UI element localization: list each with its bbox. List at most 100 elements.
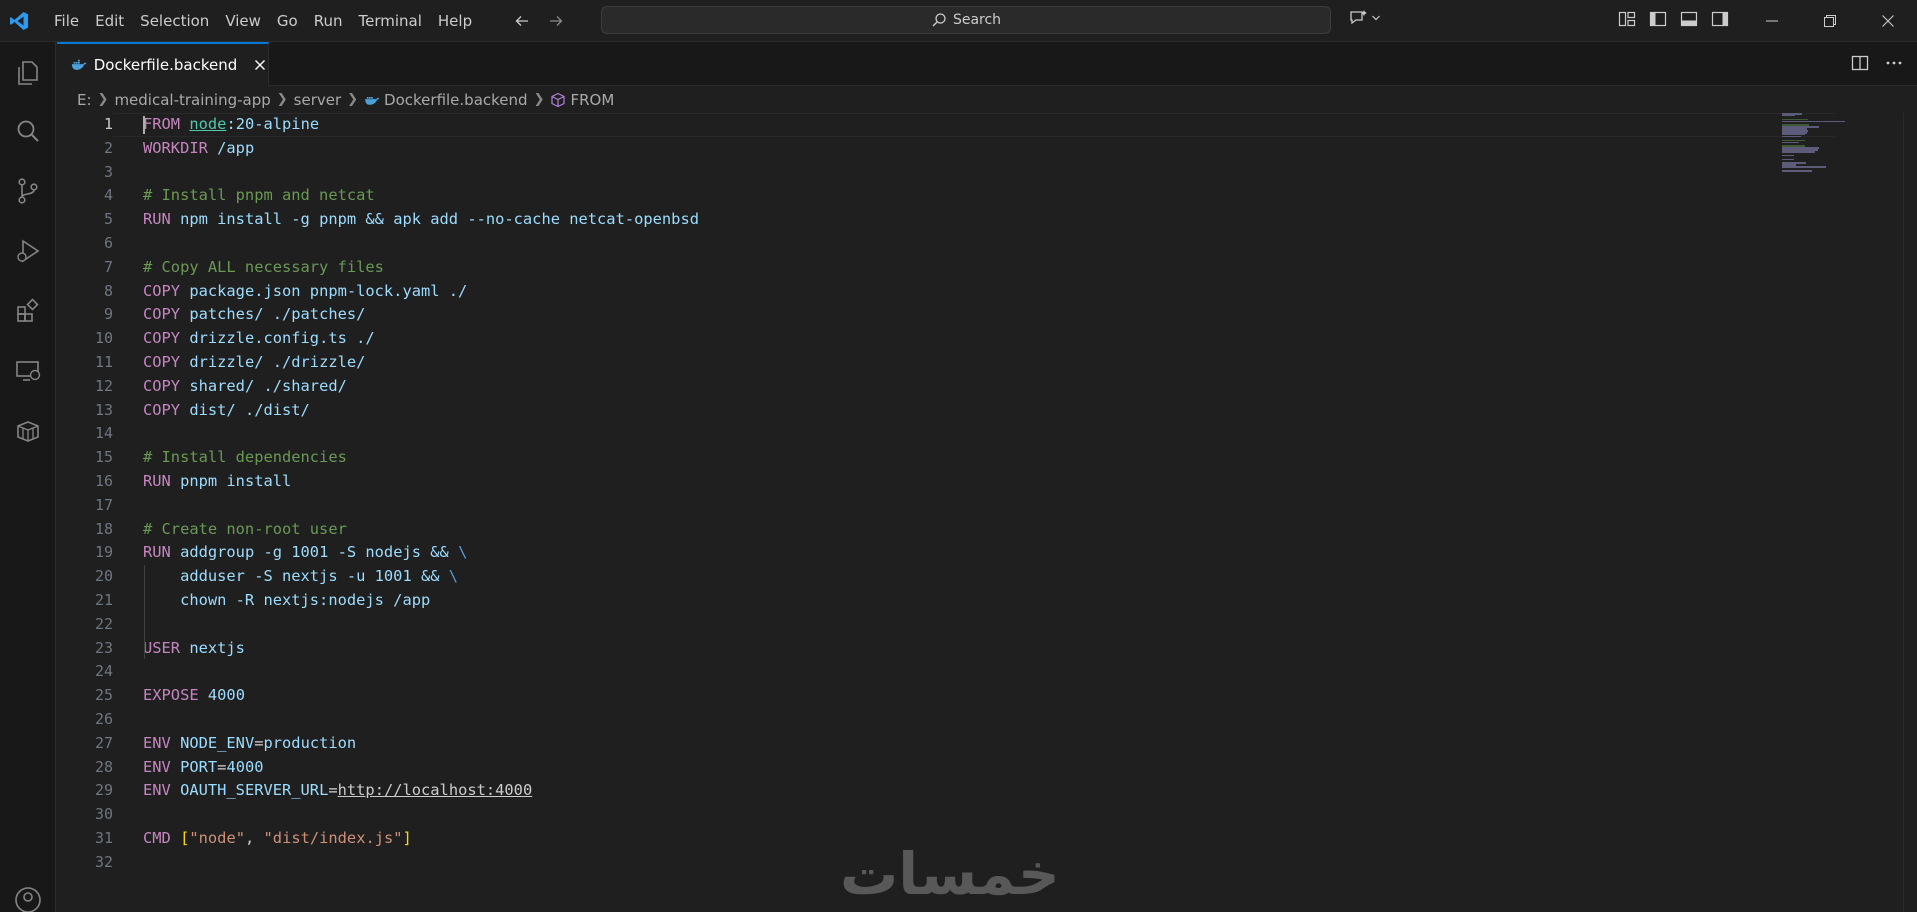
code-line[interactable]: COPY package.json pnpm-lock.yaml ./: [143, 280, 699, 304]
run-debug-icon[interactable]: [0, 223, 56, 279]
code-line[interactable]: [143, 851, 699, 875]
breadcrumb-symbol[interactable]: FROM: [570, 91, 614, 109]
code-token: # Create non-root user: [143, 519, 347, 538]
breadcrumb-drive[interactable]: E:: [77, 91, 92, 109]
restore-button[interactable]: [1801, 0, 1859, 42]
toggle-secondary-sidebar-icon[interactable]: [1711, 10, 1729, 28]
menu-go[interactable]: Go: [269, 7, 306, 35]
code-line[interactable]: EXPOSE 4000: [143, 684, 699, 708]
code-line[interactable]: ENV OAUTH_SERVER_URL=http://localhost:40…: [143, 779, 699, 803]
code-line[interactable]: [143, 613, 699, 637]
vertical-scrollbar[interactable]: [1903, 113, 1917, 912]
code-token: drizzle/ ./drizzle/: [180, 352, 366, 371]
forward-arrow-icon[interactable]: [546, 11, 566, 31]
menu-file[interactable]: File: [46, 7, 87, 35]
code-line[interactable]: # Install dependencies: [143, 446, 699, 470]
breadcrumb-file[interactable]: Dockerfile.backend: [384, 91, 528, 109]
more-actions-icon[interactable]: [1885, 54, 1903, 72]
remote-explorer-icon[interactable]: [0, 343, 56, 399]
line-number: 25: [94, 686, 113, 705]
customize-layout-icon[interactable]: [1618, 10, 1636, 28]
split-editor-icon[interactable]: [1851, 54, 1869, 72]
search-view-icon[interactable]: [0, 103, 56, 159]
docker-containers-icon[interactable]: [0, 403, 56, 459]
code-line[interactable]: CMD ["node", "dist/index.js"]: [143, 827, 699, 851]
code-line[interactable]: RUN npm install -g pnpm && apk add --no-…: [143, 208, 699, 232]
code-line[interactable]: COPY dist/ ./dist/: [143, 399, 699, 423]
code-line[interactable]: [143, 803, 699, 827]
tab-label: Dockerfile.backend: [93, 56, 238, 74]
code-token: EXPOSE: [143, 686, 199, 705]
toggle-panel-icon[interactable]: [1680, 10, 1698, 28]
code-line[interactable]: [143, 708, 699, 732]
code-line[interactable]: COPY drizzle/ ./drizzle/: [143, 351, 699, 375]
code-token: PORT: [170, 757, 218, 776]
menu-run[interactable]: Run: [306, 7, 351, 35]
code-line[interactable]: [143, 660, 699, 684]
code-content[interactable]: FROM node:20-alpine WORKDIR /app # Install…: [143, 113, 699, 875]
line-number: 11: [94, 352, 113, 371]
minimap[interactable]: [1782, 113, 1902, 173]
extensions-icon[interactable]: [0, 283, 56, 339]
chevron-right-icon: ❯: [347, 92, 359, 107]
code-line[interactable]: WORKDIR /app: [143, 137, 699, 161]
code-line[interactable]: chown -R nextjs:nodejs /app: [143, 589, 699, 613]
copilot-button[interactable]: [1348, 9, 1381, 27]
code-token: RUN: [143, 471, 171, 490]
code-token: pnpm install: [170, 471, 292, 490]
code-token: ENV: [143, 757, 171, 776]
minimap-line: [1782, 154, 1794, 157]
code-line[interactable]: # Create non-root user: [143, 518, 699, 542]
breadcrumb-folder-server[interactable]: server: [294, 91, 341, 109]
code-editor[interactable]: 1 2 3 4 5 6 7 8 9 10 11 12 13 14 15 16 17 18 19 20 21 22 23 24 2…: [57, 113, 1917, 912]
code-line[interactable]: COPY patches/ ./patches/: [143, 303, 699, 327]
watermark-logo: خمسات: [840, 840, 1060, 908]
code-line[interactable]: RUN addgroup -g 1001 -S nodejs && \: [143, 541, 699, 565]
code-line[interactable]: USER nextjs: [143, 637, 699, 661]
code-line[interactable]: ENV PORT=4000: [143, 756, 699, 780]
menu-terminal[interactable]: Terminal: [351, 7, 430, 35]
code-line[interactable]: COPY drizzle.config.ts ./: [143, 327, 699, 351]
breadcrumb-folder-medical-training-app[interactable]: medical-training-app: [114, 91, 270, 109]
code-token: RUN: [143, 543, 171, 562]
menu-selection[interactable]: Selection: [132, 7, 217, 35]
source-control-icon[interactable]: [0, 163, 56, 219]
line-number: 2: [103, 138, 113, 157]
code-token: /app: [207, 138, 255, 157]
code-line[interactable]: FROM node:20-alpine: [143, 113, 699, 137]
code-line[interactable]: RUN pnpm install: [143, 470, 699, 494]
minimize-button[interactable]: [1743, 0, 1801, 42]
tab-dockerfile-backend[interactable]: Dockerfile.backend: [57, 42, 269, 86]
minimap-line: [1782, 170, 1813, 172]
line-number: 5: [103, 210, 113, 229]
code-line[interactable]: ENV NODE_ENV=production: [143, 732, 699, 756]
close-window-button[interactable]: [1859, 0, 1917, 42]
docker-file-icon: [71, 59, 87, 70]
restore-icon: [1824, 15, 1836, 27]
code-token: COPY: [143, 305, 181, 324]
minimap-line: [1782, 114, 1795, 117]
menu-edit[interactable]: Edit: [87, 7, 132, 35]
code-line[interactable]: # Install pnpm and netcat: [143, 184, 699, 208]
code-line[interactable]: # Copy ALL necessary files: [143, 256, 699, 280]
code-line[interactable]: [143, 422, 699, 446]
accounts-icon[interactable]: [0, 872, 56, 912]
code-line[interactable]: [143, 494, 699, 518]
line-number: 18: [94, 519, 113, 538]
line-number: 22: [94, 614, 113, 633]
menu-help[interactable]: Help: [430, 7, 480, 35]
command-center-search[interactable]: Search: [601, 6, 1331, 34]
code-line[interactable]: COPY shared/ ./shared/: [143, 375, 699, 399]
back-arrow-icon[interactable]: [512, 11, 532, 31]
toggle-primary-sidebar-icon[interactable]: [1649, 10, 1667, 28]
tab-close-button[interactable]: [252, 56, 268, 74]
code-line[interactable]: adduser -S nextjs -u 1001 && \: [143, 565, 699, 589]
code-token: RUN: [143, 210, 171, 229]
explorer-icon[interactable]: [0, 45, 56, 101]
menu-view[interactable]: View: [217, 7, 269, 35]
code-token: COPY: [143, 329, 181, 348]
line-number: 6: [103, 233, 113, 252]
code-line[interactable]: [143, 161, 699, 185]
code-line[interactable]: [143, 232, 699, 256]
